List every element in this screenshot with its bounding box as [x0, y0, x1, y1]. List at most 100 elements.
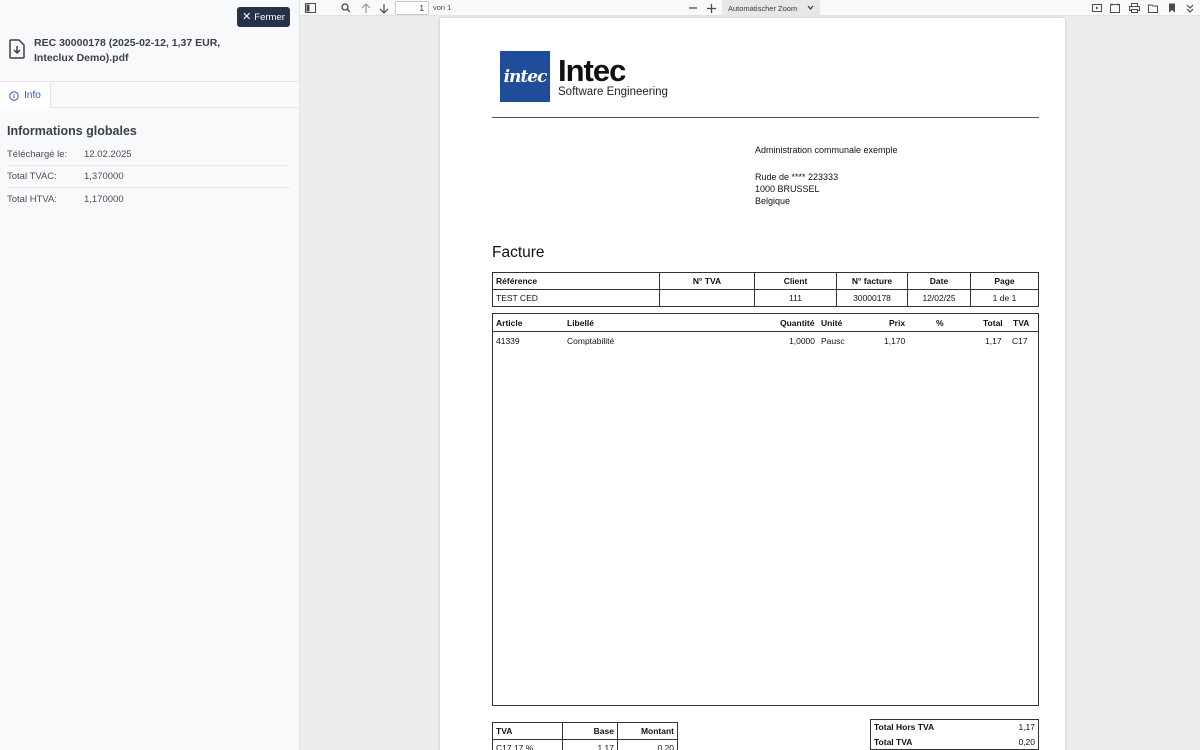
- recipient-address: Administration communale exemple Rude de…: [755, 144, 898, 207]
- cell-page: 1 de 1: [970, 289, 1039, 307]
- info-value: 1,370000: [84, 171, 124, 182]
- info-key: Total HTVA:: [7, 193, 57, 205]
- total-vat-value: 0,20: [1018, 736, 1035, 747]
- file-header: REC 30000178 (2025-02-12, 1,37 EUR, Inte…: [8, 36, 293, 66]
- address-line: Rude de **** 223333: [755, 172, 839, 182]
- table-header-row: Référence N° TVA Client N° facture Date …: [492, 272, 1039, 290]
- cell-total: 1,17: [985, 336, 1002, 346]
- col-percent: %: [936, 318, 944, 328]
- info-row-uploaded: Téléchargé le: 12.02.2025: [7, 144, 290, 166]
- col-invoice-number: N° facture: [836, 272, 908, 290]
- cell-date: 12/02/25: [907, 289, 971, 307]
- cell-label: Comptabilité: [567, 336, 615, 346]
- col-base: Base: [562, 722, 618, 740]
- total-excl-vat-label: Total Hors TVA: [874, 722, 935, 733]
- totals-table: Total Hors TVA 1,17 Total TVA 0,20: [870, 719, 1039, 750]
- col-label: Libellé: [567, 318, 594, 328]
- address-line: 1000 BRUSSEL: [755, 184, 820, 194]
- info-sidebar: ✕ Fermer REC 30000178 (2025-02-12, 1,37 …: [0, 0, 300, 750]
- logo-name: Intec: [558, 52, 626, 88]
- cell-invoice-number: 30000178: [836, 289, 908, 307]
- document-title: Facture: [492, 244, 545, 261]
- pdf-viewer[interactable]: intec Intec Software Engineering Adminis…: [300, 16, 1200, 750]
- cell-price: 1,170: [884, 336, 906, 346]
- pdf-toolbar: von 1 Automatischer Zoom: [300, 0, 1200, 16]
- download-file-icon[interactable]: [8, 39, 26, 59]
- table-row: 41339 Comptabilité 1,0000 Pausc 1,170 1,…: [493, 332, 1038, 348]
- pdf-page: intec Intec Software Engineering Adminis…: [440, 18, 1065, 750]
- page-count: von 1: [433, 3, 452, 12]
- close-button-label: Fermer: [254, 11, 285, 23]
- save-icon[interactable]: [1147, 2, 1159, 14]
- total-vat-label: Total TVA: [874, 736, 913, 747]
- zoom-in-icon[interactable]: [705, 2, 717, 14]
- close-icon: ✕: [242, 10, 252, 23]
- col-price: Prix: [889, 318, 906, 328]
- page-number-input[interactable]: [395, 1, 429, 15]
- col-reference: Référence: [492, 272, 660, 290]
- info-key: Téléchargé le:: [7, 149, 68, 160]
- section-title: Informations globales: [7, 124, 137, 138]
- close-button[interactable]: ✕ Fermer: [237, 7, 290, 27]
- col-amount: Montant: [617, 722, 678, 740]
- file-name: REC 30000178 (2025-02-12, 1,37 EUR, Inte…: [34, 37, 221, 64]
- table-row: Total TVA 0,20: [871, 735, 1039, 750]
- info-icon: [9, 90, 19, 101]
- cell-vat: C17 17 %: [492, 739, 563, 750]
- more-tools-icon[interactable]: [1184, 2, 1196, 14]
- col-vat: TVA: [1013, 318, 1030, 328]
- table-row: TEST CED 111 30000178 12/02/25 1 de 1: [492, 289, 1039, 307]
- chevron-down-icon: [807, 5, 814, 10]
- col-date: Date: [907, 272, 971, 290]
- info-key: Total TVAC:: [7, 171, 57, 182]
- info-row-total-tvac: Total TVAC: 1,370000: [7, 166, 290, 188]
- tab-info-label: Info: [24, 90, 41, 101]
- cell-amount: 0,20: [617, 739, 678, 750]
- print-icon[interactable]: [1128, 2, 1140, 14]
- logo-subtitle: Software Engineering: [558, 85, 668, 98]
- address-line: Administration communale exemple: [755, 145, 898, 155]
- table-header-row: TVA Base Montant: [492, 722, 678, 740]
- col-page: Page: [970, 272, 1039, 290]
- col-client: Client: [754, 272, 837, 290]
- zoom-out-icon[interactable]: [687, 2, 699, 14]
- address-line: Belgique: [755, 196, 791, 206]
- info-value: 1,170000: [84, 193, 124, 205]
- invoice-header-table: Référence N° TVA Client N° facture Date …: [492, 272, 1039, 307]
- table-header-row: Article Libellé Quantité Unité Prix % To…: [493, 314, 1038, 332]
- cell-vat-number: [659, 289, 755, 307]
- cell-quantity: 1,0000: [789, 336, 815, 346]
- intec-logo: intec Intec Software Engineering: [500, 51, 668, 102]
- col-vat: TVA: [492, 722, 563, 740]
- col-vat-number: N° TVA: [659, 272, 755, 290]
- vat-summary-table: TVA Base Montant C17 17 % 1,17 0,20: [492, 722, 678, 750]
- cell-vat: C17: [1012, 336, 1028, 346]
- zoom-select[interactable]: Automatischer Zoom: [722, 0, 820, 16]
- col-unit: Unité: [821, 318, 843, 328]
- line-items-table: Article Libellé Quantité Unité Prix % To…: [492, 313, 1039, 706]
- table-row: C17 17 % 1,17 0,20: [492, 739, 678, 750]
- tab-info[interactable]: Info: [0, 82, 51, 109]
- cell-article: 41339: [496, 336, 520, 346]
- table-row: Total Hors TVA 1,17: [871, 720, 1039, 735]
- logo-text: Intec Software Engineering: [558, 52, 668, 98]
- zoom-select-label: Automatischer Zoom: [728, 3, 798, 13]
- sidebar-toggle-icon[interactable]: [304, 2, 316, 14]
- next-page-icon[interactable]: [378, 2, 390, 14]
- cell-reference: TEST CED: [492, 289, 660, 307]
- previous-page-icon[interactable]: [360, 2, 372, 14]
- open-file-icon[interactable]: [1109, 2, 1121, 14]
- presentation-mode-icon[interactable]: [1091, 2, 1103, 14]
- bookmark-icon[interactable]: [1166, 2, 1178, 14]
- info-list: Téléchargé le: 12.02.2025 Total TVAC: 1,…: [7, 144, 290, 210]
- tab-bar: Info: [0, 81, 300, 109]
- cell-client: 111: [754, 289, 837, 307]
- search-icon[interactable]: [340, 2, 352, 14]
- total-excl-vat-value: 1,17: [1018, 722, 1035, 733]
- col-article: Article: [496, 318, 523, 328]
- col-total: Total: [983, 318, 1003, 328]
- cell-unit: Pausc: [821, 336, 845, 346]
- info-value: 12.02.2025: [84, 149, 132, 160]
- logo-mark: intec: [500, 51, 550, 102]
- col-quantity: Quantité: [780, 318, 815, 328]
